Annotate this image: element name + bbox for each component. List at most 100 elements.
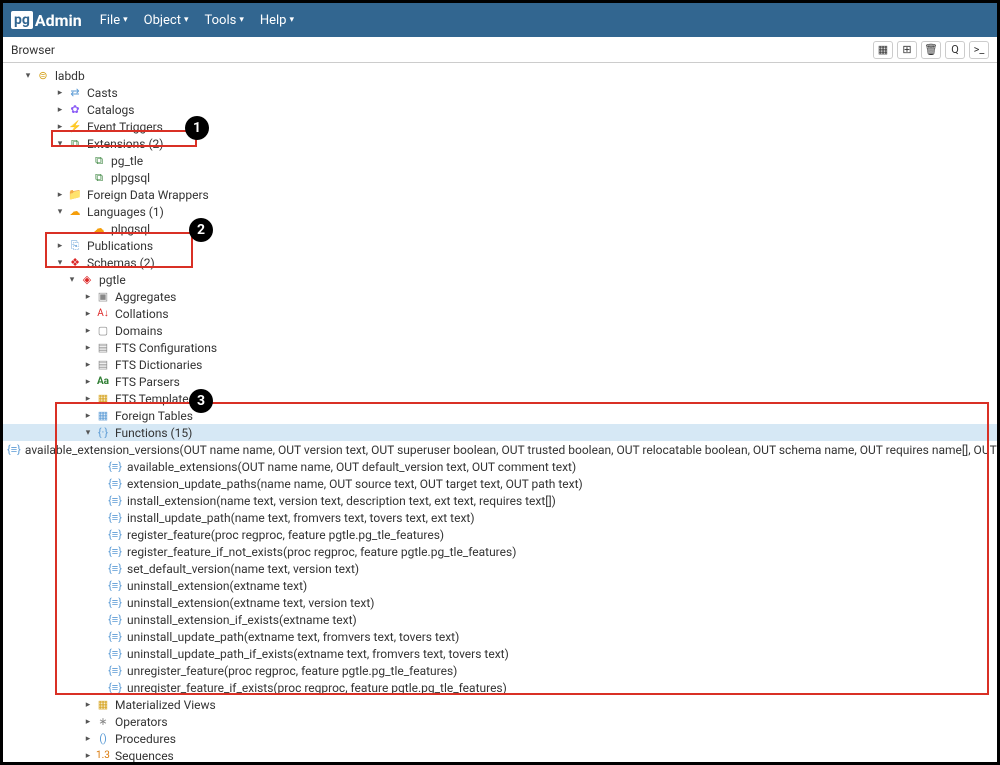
tree-ext-pgtle[interactable]: ▸⧉pg_tle — [3, 152, 997, 169]
chevron-down-icon[interactable]: ▾ — [55, 139, 65, 149]
tree-func-item[interactable]: {≡}set_default_version(name text, versio… — [3, 560, 997, 577]
publications-icon: ⎘ — [67, 239, 83, 253]
tree-fts-templates[interactable]: ▸▦FTS Templates — [3, 390, 997, 407]
collations-icon: A↓ — [95, 308, 111, 319]
tree-lang-plpgsql[interactable]: ▸☁plpgsql — [3, 220, 997, 237]
domains-icon: ▢ — [95, 324, 111, 337]
tree-func-item[interactable]: {≡}install_extension(name text, version … — [3, 492, 997, 509]
tree-aggregates[interactable]: ▸▣Aggregates — [3, 288, 997, 305]
procedures-icon: () — [95, 732, 111, 745]
tree-func-item[interactable]: {≡}unregister_feature_if_exists(proc reg… — [3, 679, 997, 696]
chevron-right-icon[interactable]: ▸ — [83, 700, 93, 710]
tree-func-item[interactable]: {≡}unregister_feature(proc regproc, feat… — [3, 662, 997, 679]
catalogs-icon: ✿ — [67, 103, 83, 116]
extension-icon: ⧉ — [91, 154, 107, 168]
tree-domains[interactable]: ▸▢Domains — [3, 322, 997, 339]
extensions-icon: ⧉ — [67, 137, 83, 151]
chevron-right-icon[interactable]: ▸ — [83, 377, 93, 387]
tree-func-item[interactable]: {≡}uninstall_extension(extname text, ver… — [3, 594, 997, 611]
chevron-right-icon[interactable]: ▸ — [83, 343, 93, 353]
menu-tools[interactable]: Tools▾ — [204, 13, 243, 28]
chevron-right-icon[interactable]: ▸ — [83, 292, 93, 302]
toolbar-btn-1[interactable]: ▦ — [873, 41, 893, 59]
tree-func-item[interactable]: {≡}install_update_path(name text, fromve… — [3, 509, 997, 526]
function-icon: {≡} — [107, 511, 123, 524]
tree-func-item[interactable]: {≡}extension_update_paths(name name, OUT… — [3, 475, 997, 492]
tree-fts-dict[interactable]: ▸▤FTS Dictionaries — [3, 356, 997, 373]
tree-languages[interactable]: ▾☁Languages (1) — [3, 203, 997, 220]
tree-publications[interactable]: ▸⎘Publications — [3, 237, 997, 254]
chevron-down-icon[interactable]: ▾ — [55, 258, 65, 268]
chevron-right-icon[interactable]: ▸ — [83, 751, 93, 761]
toolbar-search[interactable]: Q — [945, 41, 965, 59]
tree-catalogs[interactable]: ▸✿Catalogs — [3, 101, 997, 118]
tree-foreign-tables[interactable]: ▸▦Foreign Tables — [3, 407, 997, 424]
tree-schemas[interactable]: ▾❖Schemas (2) — [3, 254, 997, 271]
chevron-right-icon[interactable]: ▸ — [55, 241, 65, 251]
app-logo: pgAdmin — [11, 11, 82, 30]
tree-sequences[interactable]: ▸1.3Sequences — [3, 747, 997, 764]
caret-down-icon: ▾ — [123, 15, 128, 25]
chevron-right-icon[interactable]: ▸ — [83, 411, 93, 421]
tree-extensions[interactable]: ▾⧉Extensions (2) — [3, 135, 997, 152]
tree-fdw[interactable]: ▸📁Foreign Data Wrappers — [3, 186, 997, 203]
function-icon: {≡} — [107, 562, 123, 575]
tree-event-triggers[interactable]: ▸⚡Event Triggers — [3, 118, 997, 135]
fts-templates-icon: ▦ — [95, 392, 111, 405]
tree-func-item[interactable]: {≡}register_feature_if_not_exists(proc r… — [3, 543, 997, 560]
tree-func-item[interactable]: {≡}available_extensions(OUT name name, O… — [3, 458, 997, 475]
tree-casts[interactable]: ▸⇄Casts — [3, 84, 997, 101]
chevron-right-icon[interactable]: ▸ — [55, 105, 65, 115]
tree-fts-parsers[interactable]: ▸AaFTS Parsers — [3, 373, 997, 390]
tree-func-item[interactable]: {≡}uninstall_update_path_if_exists(extna… — [3, 645, 997, 662]
extension-icon: ⧉ — [91, 171, 107, 185]
foreign-tables-icon: ▦ — [95, 409, 111, 422]
tree-func-item[interactable]: {≡}uninstall_extension_if_exists(extname… — [3, 611, 997, 628]
object-tree: ▾⊜labdb ▸⇄Casts ▸✿Catalogs ▸⚡Event Trigg… — [3, 63, 997, 765]
tree-operators[interactable]: ▸∗Operators — [3, 713, 997, 730]
browser-title: Browser — [11, 43, 55, 57]
chevron-down-icon[interactable]: ▾ — [83, 428, 93, 438]
schemas-icon: ❖ — [67, 256, 83, 269]
chevron-right-icon[interactable]: ▸ — [83, 394, 93, 404]
chevron-right-icon[interactable]: ▸ — [55, 190, 65, 200]
tree-func-item[interactable]: {≡}available_extension_versions(OUT name… — [3, 441, 997, 458]
tree-func-item[interactable]: {≡}uninstall_extension(extname text) — [3, 577, 997, 594]
tree-func-item[interactable]: {≡}register_feature(proc regproc, featur… — [3, 526, 997, 543]
tree-functions[interactable]: ▾{·}Functions (15) — [3, 424, 997, 441]
tree-mat-views[interactable]: ▸▦Materialized Views — [3, 696, 997, 713]
database-icon: ⊜ — [35, 69, 51, 82]
function-icon: {≡} — [107, 460, 123, 473]
chevron-right-icon[interactable]: ▸ — [83, 360, 93, 370]
toolbar-btn-2[interactable]: ⊞ — [897, 41, 917, 59]
tree-fts-conf[interactable]: ▸▤FTS Configurations — [3, 339, 997, 356]
browser-header: Browser ▦ ⊞ 🗑 Q >_ — [3, 37, 997, 63]
tree-db[interactable]: ▾⊜labdb — [3, 67, 997, 84]
toolbar-btn-3[interactable]: 🗑 — [921, 41, 941, 59]
tree-procedures[interactable]: ▸()Procedures — [3, 730, 997, 747]
chevron-down-icon[interactable]: ▾ — [67, 275, 77, 285]
menu-object[interactable]: Object▾ — [144, 13, 189, 28]
casts-icon: ⇄ — [67, 86, 83, 99]
chevron-right-icon[interactable]: ▸ — [83, 309, 93, 319]
chevron-right-icon[interactable]: ▸ — [83, 326, 93, 336]
chevron-right-icon[interactable]: ▸ — [83, 734, 93, 744]
menu-help[interactable]: Help▾ — [260, 13, 294, 28]
tree-schema-pgtle[interactable]: ▾◈pgtle — [3, 271, 997, 288]
toolbar-psql[interactable]: >_ — [969, 41, 989, 59]
chevron-down-icon[interactable]: ▾ — [23, 71, 33, 81]
fdw-icon: 📁 — [67, 188, 83, 201]
chevron-right-icon[interactable]: ▸ — [55, 88, 65, 98]
languages-icon: ☁ — [67, 205, 83, 218]
chevron-down-icon[interactable]: ▾ — [55, 207, 65, 217]
menu-file[interactable]: File▾ — [100, 13, 128, 28]
language-icon: ☁ — [91, 222, 107, 235]
chevron-right-icon[interactable]: ▸ — [55, 122, 65, 132]
event-triggers-icon: ⚡ — [67, 120, 83, 133]
function-icon: {≡} — [107, 528, 123, 541]
tree-collations[interactable]: ▸A↓Collations — [3, 305, 997, 322]
function-icon: {≡} — [107, 681, 123, 694]
tree-ext-plpgsql[interactable]: ▸⧉plpgsql — [3, 169, 997, 186]
tree-func-item[interactable]: {≡}uninstall_update_path(extname text, f… — [3, 628, 997, 645]
chevron-right-icon[interactable]: ▸ — [83, 717, 93, 727]
